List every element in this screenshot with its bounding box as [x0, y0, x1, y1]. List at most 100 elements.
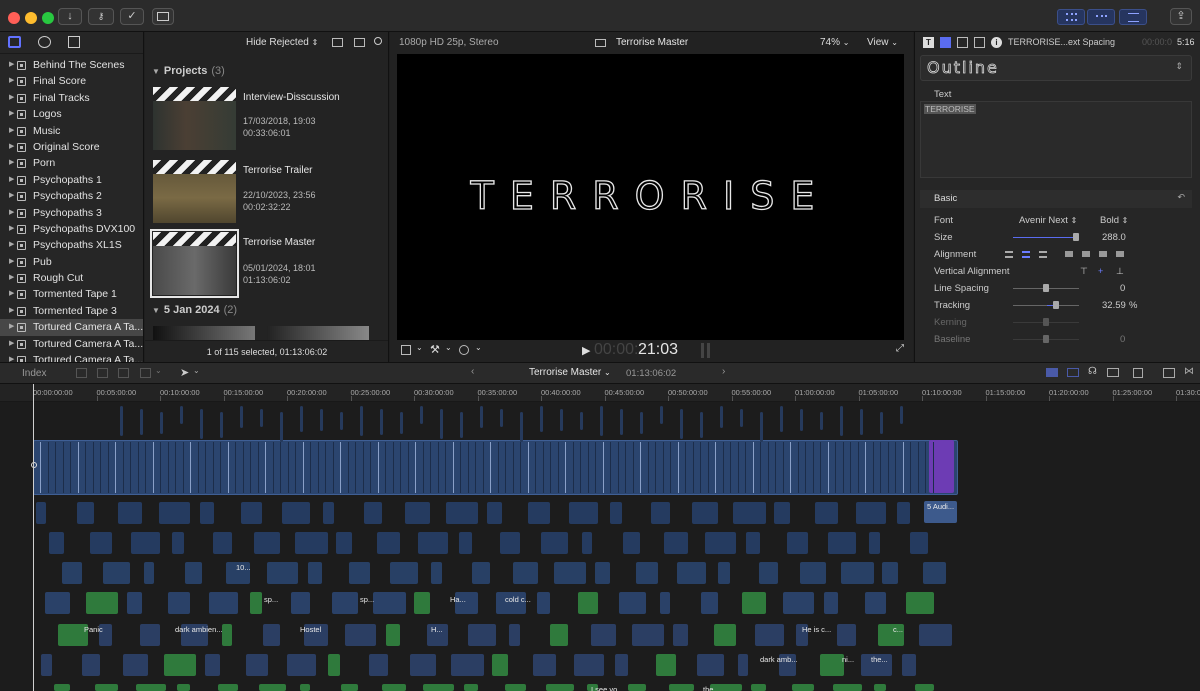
connected-video-clip[interactable] — [300, 406, 303, 432]
library-event-item[interactable]: ▶ Porn — [0, 155, 143, 171]
audio-clip[interactable] — [291, 592, 310, 614]
audio-clip[interactable] — [824, 592, 838, 614]
connect-clip-icon[interactable] — [76, 368, 87, 378]
audio-clip[interactable] — [103, 562, 130, 584]
connected-video-clip[interactable] — [220, 412, 223, 438]
audio-clip[interactable] — [62, 562, 82, 584]
audio-clip[interactable] — [418, 532, 448, 554]
library-event-item[interactable]: ▶ Psychopaths 2 — [0, 188, 143, 204]
audio-clip[interactable] — [459, 532, 472, 554]
connected-video-clip[interactable] — [360, 406, 363, 436]
connected-video-clip[interactable] — [340, 412, 343, 430]
music-clip[interactable] — [464, 684, 478, 691]
clapper-button[interactable] — [152, 8, 174, 25]
audio-clip[interactable] — [341, 684, 358, 691]
audio-clip[interactable] — [423, 684, 454, 691]
music-clip[interactable] — [742, 592, 766, 614]
audio-clip[interactable] — [865, 592, 886, 614]
audio-clip[interactable] — [213, 532, 232, 554]
audio-clip[interactable] — [382, 684, 406, 691]
music-clip[interactable] — [792, 684, 814, 691]
connected-video-clip[interactable] — [320, 409, 323, 431]
insert-clip-icon[interactable] — [97, 368, 108, 378]
justify-left-icon[interactable] — [1065, 251, 1073, 257]
library-event-item[interactable]: ▶ Pub — [0, 254, 143, 270]
disclosure-right-icon[interactable]: ▶ — [9, 123, 14, 139]
audio-clip[interactable] — [755, 624, 784, 646]
show-browser-button[interactable] — [1057, 9, 1085, 25]
disclosure-right-icon[interactable]: ▶ — [9, 139, 14, 155]
playhead[interactable] — [33, 384, 34, 691]
disclosure-right-icon[interactable]: ▶ — [9, 303, 14, 319]
snapping-icon[interactable] — [1107, 368, 1119, 377]
audio-clip[interactable] — [751, 684, 766, 691]
audio-clip[interactable] — [127, 592, 142, 614]
audio-clip[interactable] — [619, 592, 646, 614]
audio-clip[interactable] — [82, 654, 100, 676]
audio-clip[interactable] — [677, 562, 706, 584]
connected-video-clip[interactable] — [560, 409, 563, 431]
libraries-tab-icon[interactable] — [8, 36, 21, 48]
library-event-item[interactable]: ▶ Psychopaths DVX100 — [0, 221, 143, 237]
audio-clip[interactable] — [869, 532, 880, 554]
baseline-value[interactable]: 0 — [1120, 331, 1125, 348]
audio-clip[interactable] — [919, 624, 952, 646]
audio-clip[interactable] — [669, 684, 694, 691]
connected-video-clip[interactable] — [460, 412, 463, 438]
audio-clip[interactable] — [267, 562, 298, 584]
justify-center-icon[interactable] — [1082, 251, 1090, 257]
audio-clip[interactable] — [582, 532, 592, 554]
audio-clip[interactable] — [882, 562, 898, 584]
music-clip[interactable] — [300, 684, 310, 691]
connected-video-clip[interactable] — [880, 412, 883, 434]
disclosure-right-icon[interactable]: ▶ — [9, 237, 14, 253]
audio-clip[interactable] — [841, 562, 874, 584]
connected-video-clip[interactable] — [760, 412, 763, 442]
audio-clip[interactable] — [123, 654, 148, 676]
audio-clip[interactable] — [664, 532, 688, 554]
minimize-window-button[interactable] — [25, 12, 37, 24]
disclosure-right-icon[interactable]: ▶ — [9, 73, 14, 89]
audio-clip[interactable] — [373, 592, 406, 614]
audio-clip[interactable] — [263, 624, 280, 646]
effects-browser-icon[interactable]: ⋈ — [1184, 366, 1194, 377]
audio-clip[interactable] — [833, 684, 862, 691]
connected-video-clip[interactable] — [740, 409, 743, 427]
audio-clip[interactable] — [718, 562, 730, 584]
library-event-item[interactable]: ▶ Tormented Tape 3 — [0, 303, 143, 319]
audio-clip[interactable] — [332, 592, 358, 614]
audio-clip[interactable] — [591, 624, 616, 646]
audio-clip[interactable] — [95, 684, 118, 691]
library-event-item[interactable]: ▶ Logos — [0, 106, 143, 122]
reset-icon[interactable]: ↶ — [1177, 192, 1185, 203]
audio-clip[interactable] — [505, 684, 526, 691]
info-icon[interactable]: i — [991, 37, 1002, 48]
library-event-item[interactable]: ▶ Psychopaths 1 — [0, 172, 143, 188]
music-clip[interactable] — [222, 624, 232, 646]
clip-thumbnail[interactable] — [267, 326, 369, 340]
preset-popup[interactable]: Outline ⇕ — [920, 55, 1192, 81]
close-window-button[interactable] — [8, 12, 20, 24]
disclosure-right-icon[interactable]: ▶ — [9, 57, 14, 73]
connected-video-clip[interactable] — [240, 406, 243, 428]
audio-clip[interactable] — [774, 502, 790, 524]
connected-video-clip[interactable] — [140, 409, 143, 435]
audio-clip[interactable] — [615, 654, 628, 676]
connected-video-clip[interactable] — [840, 406, 843, 436]
title-inspector-icon[interactable] — [940, 37, 951, 48]
audio-clip[interactable] — [759, 562, 778, 584]
align-right-icon[interactable] — [1039, 251, 1047, 258]
disclosure-right-icon[interactable]: ▶ — [9, 319, 14, 335]
connected-video-clip[interactable] — [400, 412, 403, 434]
audio-clip[interactable] — [528, 502, 550, 524]
disclosure-right-icon[interactable]: ▶ — [9, 188, 14, 204]
music-clip[interactable] — [714, 624, 736, 646]
audio-clip[interactable] — [205, 654, 220, 676]
music-clip[interactable] — [86, 592, 118, 614]
audio-inspector-icon[interactable] — [974, 37, 985, 48]
connected-video-clip[interactable] — [780, 406, 783, 432]
audio-clip[interactable] — [701, 592, 718, 614]
library-event-item[interactable]: ▶ Tortured Camera A Ta... — [0, 352, 143, 362]
audio-clip[interactable] — [36, 502, 46, 524]
disclosure-right-icon[interactable]: ▶ — [9, 172, 14, 188]
